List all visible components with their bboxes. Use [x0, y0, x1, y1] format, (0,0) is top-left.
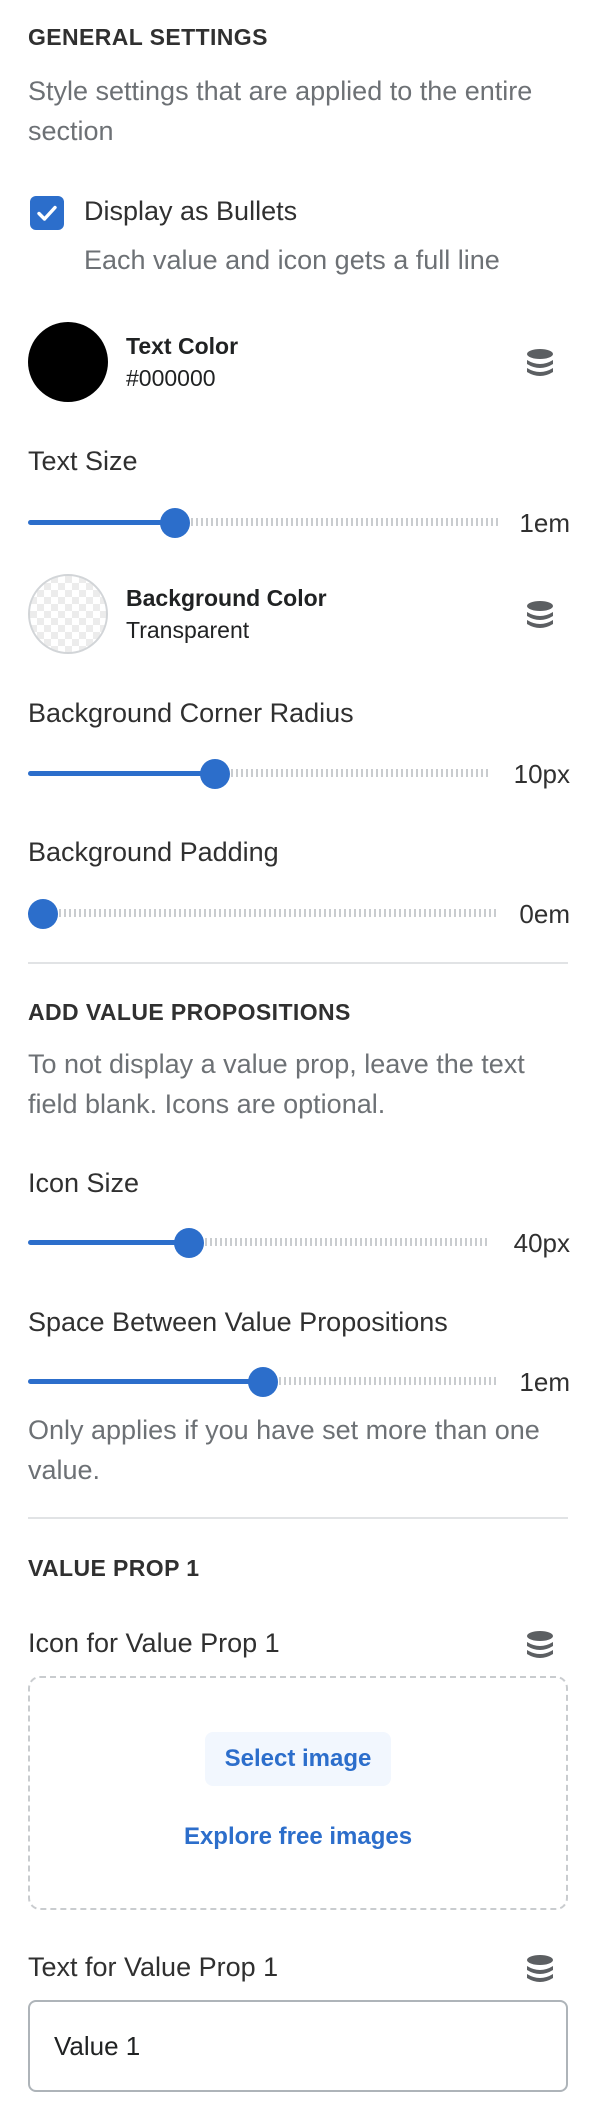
slider-fill: [28, 520, 175, 525]
slider-rest: [231, 769, 488, 777]
text-size-label: Text Size: [28, 446, 138, 476]
text-size-value: 1em: [519, 508, 570, 538]
slider-thumb[interactable]: [160, 508, 190, 538]
text-color-value: #000000: [126, 365, 216, 391]
spacing-help: Only applies if you have set more than o…: [28, 1415, 540, 1485]
database-icon[interactable]: [524, 1628, 556, 1660]
padding-value: 0em: [519, 899, 570, 929]
background-color-swatch[interactable]: [28, 574, 108, 654]
padding-label: Background Padding: [28, 837, 279, 867]
corner-radius-value: 10px: [513, 759, 570, 789]
image-dropzone[interactable]: [28, 1676, 568, 1910]
value-props-description: To not display a value prop, leave the t…: [28, 1049, 525, 1119]
slider-fill: [28, 771, 215, 776]
text-size-slider[interactable]: [28, 508, 498, 538]
slider-fill: [28, 1379, 263, 1384]
display-bullets-checkbox[interactable]: [30, 196, 64, 230]
database-icon[interactable]: [524, 598, 556, 630]
value-props-heading: ADD VALUE PROPOSITIONS: [28, 999, 351, 1025]
text-color-swatch[interactable]: [28, 322, 108, 402]
general-settings-description: Style settings that are applied to the e…: [28, 76, 533, 146]
database-icon[interactable]: [524, 1952, 556, 1984]
background-color-value: Transparent: [126, 617, 250, 643]
slider-thumb[interactable]: [174, 1228, 205, 1258]
section-divider: [28, 1517, 568, 1519]
value-prop-1-icon-label: Icon for Value Prop 1: [28, 1628, 280, 1658]
icon-size-label: Icon Size: [28, 1168, 140, 1198]
slider-thumb[interactable]: [28, 899, 58, 929]
text-color-name: Text Color: [126, 333, 239, 359]
padding-slider[interactable]: [28, 899, 498, 929]
spacing-slider[interactable]: [28, 1367, 498, 1397]
slider-rest: [205, 1238, 488, 1246]
slider-thumb[interactable]: [248, 1367, 278, 1397]
corner-radius-slider[interactable]: [28, 759, 488, 789]
icon-size-slider[interactable]: [28, 1228, 488, 1258]
value-prop-1-text-label: Text for Value Prop 1: [28, 1952, 279, 1982]
select-image-button[interactable]: Select image: [205, 1732, 391, 1786]
slider-rest: [191, 518, 498, 526]
slider-rest: [59, 909, 498, 917]
spacing-value: 1em: [519, 1367, 570, 1397]
display-bullets-help: Each value and icon gets a full line: [84, 245, 500, 275]
slider-thumb[interactable]: [200, 759, 230, 789]
general-settings-heading: GENERAL SETTINGS: [28, 24, 268, 50]
display-bullets-label[interactable]: Display as Bullets: [84, 196, 297, 227]
corner-radius-label: Background Corner Radius: [28, 698, 354, 728]
spacing-label: Space Between Value Propositions: [28, 1307, 448, 1337]
database-icon[interactable]: [524, 346, 556, 378]
background-color-name: Background Color: [126, 585, 327, 611]
value-prop-1-text-input[interactable]: Value 1: [28, 2000, 568, 2092]
checkmark-icon: [37, 205, 57, 221]
slider-rest: [279, 1377, 498, 1385]
slider-fill: [28, 1240, 190, 1245]
explore-free-images-link[interactable]: Explore free images: [148, 1823, 448, 1851]
icon-size-value: 40px: [513, 1228, 570, 1258]
value-prop-1-heading: VALUE PROP 1: [28, 1555, 200, 1581]
section-divider: [28, 962, 568, 964]
settings-panel: GENERAL SETTINGS Style settings that are…: [0, 0, 600, 2112]
